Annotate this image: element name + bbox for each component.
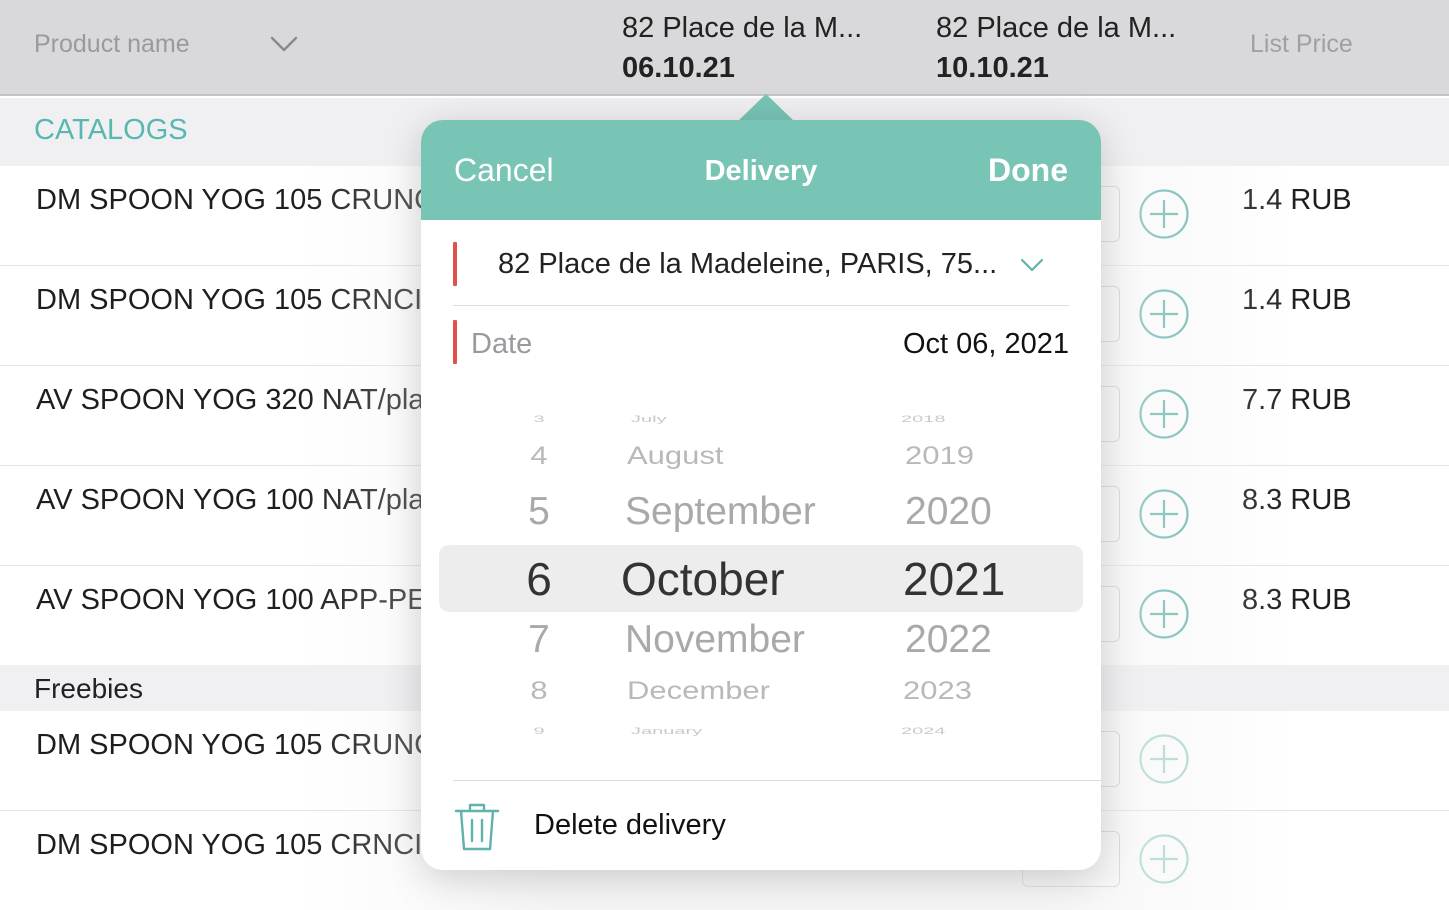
plus-circle-icon[interactable]	[1138, 188, 1190, 240]
delivery-address: 82 Place de la M...	[622, 12, 863, 44]
plus-circle-icon[interactable]	[1138, 388, 1190, 440]
popover-arrow	[738, 94, 794, 121]
delivery-address: 82 Place de la M...	[936, 12, 1177, 44]
picker-day[interactable]: 4	[509, 442, 569, 471]
picker-month[interactable]: August	[627, 442, 867, 471]
product-name: DM SPOON YOG 105 CRUNC	[36, 184, 436, 216]
list-price: 8.3 RUB	[1242, 484, 1352, 516]
delete-delivery-button[interactable]: Delete delivery	[534, 809, 726, 842]
address-value: 82 Place de la Madeleine, PARIS, 75...	[498, 248, 998, 280]
picker-day[interactable]: 9	[509, 726, 569, 736]
plus-circle-icon[interactable]	[1138, 733, 1190, 785]
delete-delivery-row[interactable]: Delete delivery	[453, 780, 1101, 870]
list-price: 7.7 RUB	[1242, 384, 1352, 416]
required-marker	[453, 320, 457, 364]
plus-circle-icon[interactable]	[1138, 488, 1190, 540]
popover-header: Cancel Delivery Done	[421, 120, 1101, 220]
delivery-column-2[interactable]: 82 Place de la M... 10.10.21	[936, 8, 1176, 88]
list-price: 1.4 RUB	[1242, 284, 1352, 316]
table-header: Product name 82 Place de la M... 06.10.2…	[0, 0, 1449, 96]
section-title: Freebies	[34, 673, 143, 704]
product-name: AV SPOON YOG 100 NAT/pla	[36, 484, 425, 516]
address-select[interactable]: 82 Place de la Madeleine, PARIS, 75...	[453, 242, 1069, 306]
product-name: DM SPOON YOG 105 CRUNC	[36, 729, 436, 761]
picker-year[interactable]: 2018	[901, 414, 1031, 424]
delivery-popover: Cancel Delivery Done 82 Place de la Made…	[421, 120, 1101, 870]
picker-year[interactable]: 2019	[905, 442, 1035, 471]
product-name: DM SPOON YOG 105 CRNCI	[36, 284, 423, 316]
required-marker	[453, 242, 457, 286]
product-name: AV SPOON YOG 100 APP-PE	[36, 584, 427, 616]
product-name: AV SPOON YOG 320 NAT/pla	[36, 384, 425, 416]
picker-day[interactable]: 5	[509, 490, 569, 534]
picker-day-selected[interactable]: 6	[509, 552, 569, 606]
picker-year-selected[interactable]: 2021	[903, 552, 1033, 606]
picker-month[interactable]: November	[625, 618, 865, 662]
delivery-date: 06.10.21	[622, 52, 735, 84]
picker-day[interactable]: 8	[509, 677, 569, 706]
list-price: 1.4 RUB	[1242, 184, 1352, 216]
picker-year[interactable]: 2022	[905, 618, 1035, 662]
plus-circle-icon[interactable]	[1138, 588, 1190, 640]
delivery-column-1[interactable]: 82 Place de la M... 06.10.21	[622, 8, 862, 88]
date-label: Date	[471, 328, 533, 360]
product-name-sort[interactable]: Product name	[34, 30, 190, 59]
product-name: DM SPOON YOG 105 CRNCI	[36, 829, 423, 861]
chevron-down-icon[interactable]	[268, 28, 300, 60]
delivery-date: 10.10.21	[936, 52, 1049, 84]
picker-month[interactable]: July	[631, 414, 871, 424]
picker-month[interactable]: December	[627, 677, 867, 706]
chevron-down-icon[interactable]	[1017, 250, 1047, 280]
picker-year[interactable]: 2024	[901, 726, 1031, 736]
list-price-header: List Price	[1250, 30, 1353, 58]
picker-day[interactable]: 7	[509, 618, 569, 662]
done-button[interactable]: Done	[988, 152, 1068, 189]
plus-circle-icon[interactable]	[1138, 288, 1190, 340]
plus-circle-icon[interactable]	[1138, 833, 1190, 885]
trash-icon[interactable]	[453, 801, 501, 853]
picker-day[interactable]: 3	[509, 414, 569, 424]
picker-month[interactable]: January	[631, 726, 871, 736]
date-value: Oct 06, 2021	[902, 328, 1069, 360]
picker-year[interactable]: 2023	[903, 677, 1033, 706]
order-screen: Product name 82 Place de la M... 06.10.2…	[0, 0, 1449, 910]
picker-month-selected[interactable]: October	[621, 552, 861, 606]
date-picker-wheel[interactable]: 3 4 5 6 7 8 9 July August September Octo…	[421, 390, 1101, 780]
picker-year[interactable]: 2020	[905, 490, 1035, 534]
section-title: CATALOGS	[34, 114, 188, 146]
date-field[interactable]: Date Oct 06, 2021	[453, 320, 1069, 368]
picker-month[interactable]: September	[625, 490, 865, 534]
list-price: 8.3 RUB	[1242, 584, 1352, 616]
